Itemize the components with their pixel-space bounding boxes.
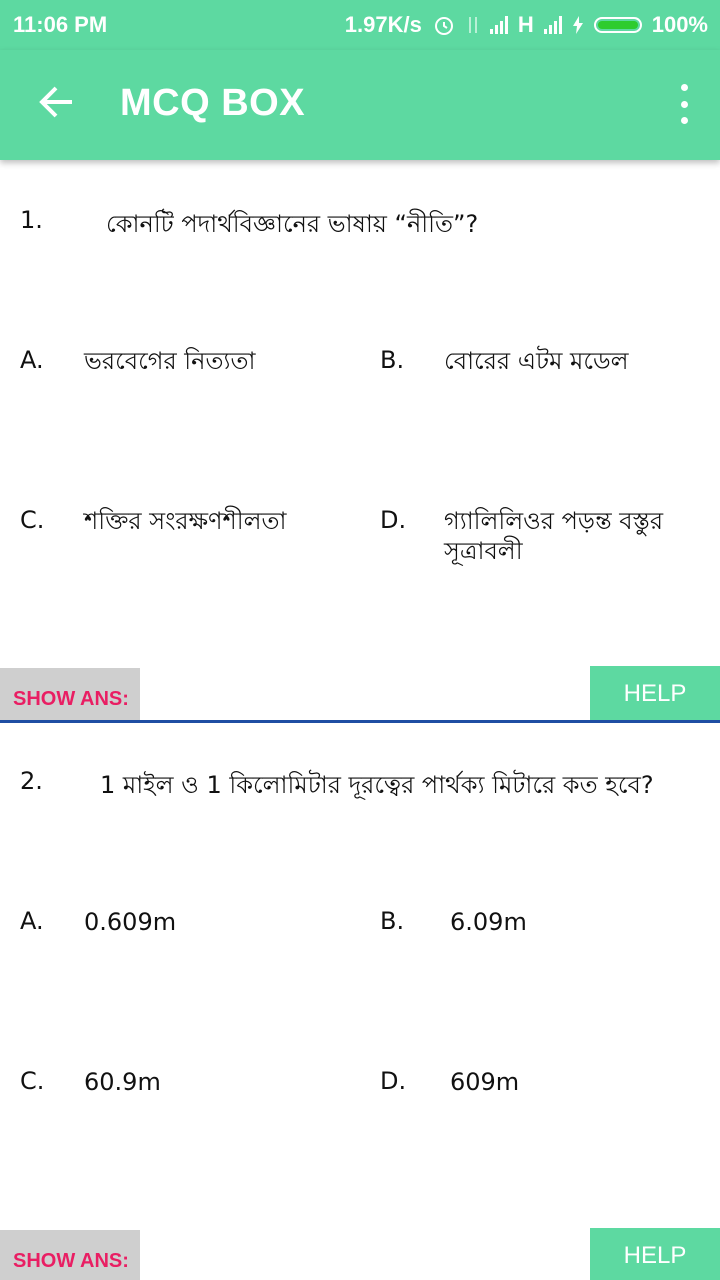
charging-icon: [572, 16, 583, 34]
status-bar: 11:06 PM 1.97K/s H 100%: [0, 0, 720, 50]
option-text: 609m: [450, 1068, 520, 1096]
question-list[interactable]: 1. কোনটি পদার্থবিজ্ঞানের ভাষায় “নীতি”? …: [0, 160, 720, 1280]
signal-icon-2: [543, 16, 562, 34]
more-options-icon[interactable]: [676, 84, 692, 124]
option-label: D.: [380, 506, 407, 534]
app-title: MCQ BOX: [120, 82, 306, 124]
battery-icon: [593, 17, 642, 33]
option-label: D.: [380, 1067, 407, 1095]
help-button[interactable]: HELP: [590, 666, 720, 722]
option-b[interactable]: B. 6.09m: [380, 907, 700, 947]
status-time: 11:06 PM: [13, 12, 108, 37]
option-text: বোরের এটম মডেল: [444, 347, 629, 375]
data-transfer-icon: [468, 17, 477, 33]
option-label: C.: [20, 1067, 45, 1095]
option-label: B.: [380, 346, 405, 374]
option-text: শক্তির সংরক্ষণশীলতা: [84, 507, 287, 535]
question-text: কোনটি পদার্থবিজ্ঞানের ভাষায় “নীতি”?: [106, 210, 479, 238]
option-label: A.: [20, 907, 44, 935]
question-card: 2. 1 মাইল ও 1 কিলোমিটার দূরত্বের পার্থক্…: [0, 723, 720, 1280]
option-text: 60.9m: [84, 1068, 161, 1096]
option-label: C.: [20, 506, 45, 534]
help-button[interactable]: HELP: [590, 1228, 720, 1280]
question-number: 1.: [20, 206, 43, 234]
option-text: গ্যালিলিওর পড়ন্ত বস্তুর সূত্রাবলী: [444, 507, 664, 565]
show-answer-button[interactable]: SHOW ANS:: [0, 1230, 140, 1280]
option-text: 0.609m: [84, 908, 177, 936]
question-number: 2.: [20, 767, 43, 795]
app-bar: MCQ BOX: [0, 50, 720, 160]
question-card: 1. কোনটি পদার্থবিজ্ঞানের ভাষায় “নীতি”? …: [0, 160, 720, 723]
status-icons: 1.97K/s H 100%: [345, 12, 708, 38]
signal-icon: [489, 16, 508, 34]
option-label: B.: [380, 907, 405, 935]
option-d[interactable]: D. 609m: [380, 1067, 700, 1107]
network-type: H: [517, 12, 534, 37]
option-c[interactable]: C. 60.9m: [20, 1067, 360, 1107]
option-a[interactable]: A. 0.609m: [20, 907, 360, 947]
option-text: 6.09m: [450, 908, 527, 936]
option-label: A.: [20, 346, 44, 374]
option-c[interactable]: C. শক্তির সংরক্ষণশীলতা: [20, 506, 360, 566]
back-arrow-icon[interactable]: [34, 80, 78, 124]
option-text: ভরবেগের নিত্যতা: [84, 347, 256, 375]
option-a[interactable]: A. ভরবেগের নিত্যতা: [20, 346, 360, 406]
show-answer-button[interactable]: SHOW ANS:: [0, 668, 140, 722]
network-speed: 1.97K/s: [344, 12, 422, 37]
question-text: 1 মাইল ও 1 কিলোমিটার দূরত্বের পার্থক্য ম…: [100, 771, 654, 799]
option-d[interactable]: D. গ্যালিলিওর পড়ন্ত বস্তুর সূত্রাবলী: [380, 506, 710, 576]
option-b[interactable]: B. বোরের এটম মডেল: [380, 346, 700, 406]
alarm-icon: [434, 17, 453, 35]
battery-percent: 100%: [651, 12, 708, 37]
